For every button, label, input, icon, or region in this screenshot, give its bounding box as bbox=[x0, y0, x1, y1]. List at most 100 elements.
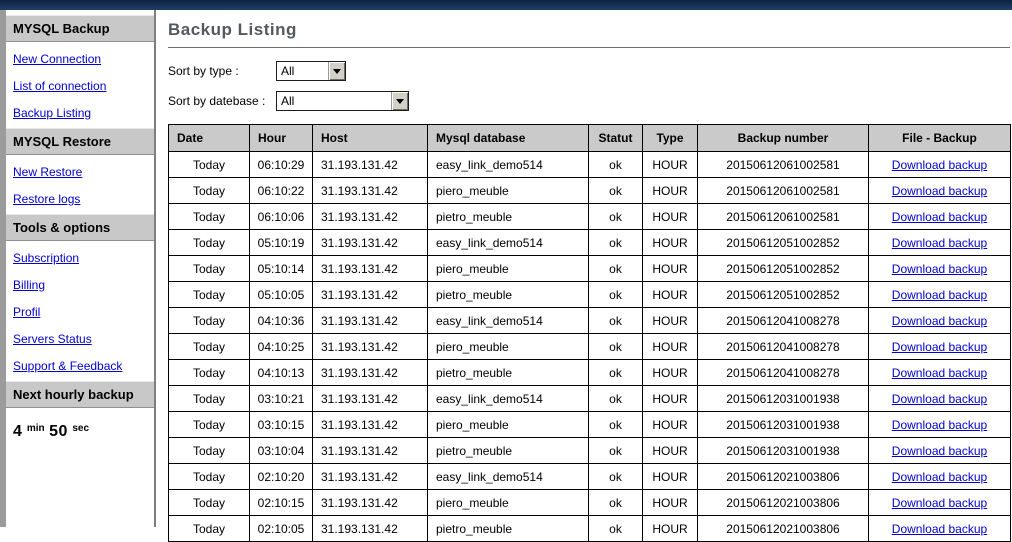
sidebar-link-subscription[interactable]: Subscription bbox=[13, 251, 79, 265]
cell-date: Today bbox=[169, 204, 250, 230]
cell-hour: 06:10:29 bbox=[250, 152, 313, 178]
download-backup-link[interactable]: Download backup bbox=[892, 262, 987, 276]
main-content: Backup Listing Sort by type : All Sort b… bbox=[156, 10, 1012, 527]
download-backup-link[interactable]: Download backup bbox=[892, 522, 987, 536]
cell-hour: 04:10:25 bbox=[250, 334, 313, 360]
cell-statut: ok bbox=[589, 230, 643, 256]
download-backup-link[interactable]: Download backup bbox=[892, 496, 987, 510]
cell-database: easy_link_demo514 bbox=[428, 230, 589, 256]
cell-host: 31.193.131.42 bbox=[313, 308, 428, 334]
column-header-mysql-database: Mysql database bbox=[428, 125, 589, 152]
cell-type: HOUR bbox=[643, 516, 698, 542]
table-row: Today04:10:2531.193.131.42piero_meubleok… bbox=[169, 334, 1011, 360]
sidebar-link-restore-logs[interactable]: Restore logs bbox=[13, 192, 80, 206]
cell-date: Today bbox=[169, 360, 250, 386]
sidebar-link-profil[interactable]: Profil bbox=[13, 305, 40, 319]
chevron-down-icon[interactable] bbox=[391, 92, 408, 110]
cell-file-backup: Download backup bbox=[869, 516, 1011, 542]
cell-database: piero_meuble bbox=[428, 412, 589, 438]
cell-statut: ok bbox=[589, 464, 643, 490]
cell-date: Today bbox=[169, 334, 250, 360]
sort-by-type-select[interactable]: All bbox=[276, 61, 346, 81]
cell-type: HOUR bbox=[643, 282, 698, 308]
countdown-seconds: 50 bbox=[49, 423, 68, 440]
chevron-down-icon[interactable] bbox=[328, 62, 345, 80]
table-row: Today02:10:0531.193.131.42pietro_meubleo… bbox=[169, 516, 1011, 542]
sort-by-database-select[interactable]: All bbox=[276, 91, 409, 111]
download-backup-link[interactable]: Download backup bbox=[892, 210, 987, 224]
cell-file-backup: Download backup bbox=[869, 412, 1011, 438]
cell-date: Today bbox=[169, 178, 250, 204]
sidebar-item-new-connection: New Connection bbox=[6, 45, 154, 72]
cell-backup-number: 20150612061002581 bbox=[698, 204, 869, 230]
column-header-host: Host bbox=[313, 125, 428, 152]
cell-host: 31.193.131.42 bbox=[313, 178, 428, 204]
cell-date: Today bbox=[169, 386, 250, 412]
download-backup-link[interactable]: Download backup bbox=[892, 392, 987, 406]
column-header-date: Date bbox=[169, 125, 250, 152]
cell-statut: ok bbox=[589, 204, 643, 230]
cell-file-backup: Download backup bbox=[869, 438, 1011, 464]
cell-hour: 04:10:36 bbox=[250, 308, 313, 334]
table-row: Today02:10:1531.193.131.42piero_meubleok… bbox=[169, 490, 1011, 516]
cell-file-backup: Download backup bbox=[869, 282, 1011, 308]
download-backup-link[interactable]: Download backup bbox=[892, 236, 987, 250]
cell-hour: 03:10:15 bbox=[250, 412, 313, 438]
table-row: Today04:10:1331.193.131.42pietro_meubleo… bbox=[169, 360, 1011, 386]
cell-statut: ok bbox=[589, 282, 643, 308]
cell-file-backup: Download backup bbox=[869, 386, 1011, 412]
sidebar-link-billing[interactable]: Billing bbox=[13, 278, 45, 292]
cell-backup-number: 20150612021003806 bbox=[698, 516, 869, 542]
cell-host: 31.193.131.42 bbox=[313, 230, 428, 256]
sidebar-link-new-connection[interactable]: New Connection bbox=[13, 52, 101, 66]
sidebar-section-title-next-hourly-backup: Next hourly backup bbox=[6, 381, 154, 408]
sidebar-link-list-of-connection[interactable]: List of connection bbox=[13, 79, 106, 93]
cell-hour: 03:10:21 bbox=[250, 386, 313, 412]
cell-statut: ok bbox=[589, 438, 643, 464]
sort-by-database-row: Sort by datebase : All bbox=[168, 91, 1012, 111]
download-backup-link[interactable]: Download backup bbox=[892, 340, 987, 354]
cell-hour: 06:10:06 bbox=[250, 204, 313, 230]
cell-hour: 04:10:13 bbox=[250, 360, 313, 386]
sidebar-section-title-mysql-backup: MYSQL Backup bbox=[6, 15, 154, 42]
cell-backup-number: 20150612051002852 bbox=[698, 230, 869, 256]
cell-database: pietro_meuble bbox=[428, 204, 589, 230]
cell-host: 31.193.131.42 bbox=[313, 152, 428, 178]
cell-database: piero_meuble bbox=[428, 334, 589, 360]
cell-hour: 03:10:04 bbox=[250, 438, 313, 464]
sidebar-link-backup-listing[interactable]: Backup Listing bbox=[13, 106, 91, 120]
download-backup-link[interactable]: Download backup bbox=[892, 366, 987, 380]
cell-type: HOUR bbox=[643, 152, 698, 178]
cell-date: Today bbox=[169, 256, 250, 282]
cell-file-backup: Download backup bbox=[869, 230, 1011, 256]
sidebar-link-new-restore[interactable]: New Restore bbox=[13, 165, 82, 179]
cell-host: 31.193.131.42 bbox=[313, 438, 428, 464]
table-row: Today03:10:2131.193.131.42easy_link_demo… bbox=[169, 386, 1011, 412]
download-backup-link[interactable]: Download backup bbox=[892, 288, 987, 302]
table-row: Today05:10:1931.193.131.42easy_link_demo… bbox=[169, 230, 1011, 256]
sidebar-item-new-restore: New Restore bbox=[6, 158, 154, 185]
table-row: Today05:10:1431.193.131.42piero_meubleok… bbox=[169, 256, 1011, 282]
sidebar-sections: MYSQL Backup New Connection List of connec… bbox=[6, 15, 154, 379]
cell-file-backup: Download backup bbox=[869, 334, 1011, 360]
download-backup-link[interactable]: Download backup bbox=[892, 418, 987, 432]
sidebar-item-restore-logs: Restore logs bbox=[6, 185, 154, 212]
cell-backup-number: 20150612041008278 bbox=[698, 334, 869, 360]
download-backup-link[interactable]: Download backup bbox=[892, 184, 987, 198]
download-backup-link[interactable]: Download backup bbox=[892, 314, 987, 328]
cell-file-backup: Download backup bbox=[869, 204, 1011, 230]
cell-date: Today bbox=[169, 152, 250, 178]
cell-host: 31.193.131.42 bbox=[313, 464, 428, 490]
sidebar-link-servers-status[interactable]: Servers Status bbox=[13, 332, 92, 346]
cell-date: Today bbox=[169, 282, 250, 308]
column-header-file-backup: File - Backup bbox=[869, 125, 1011, 152]
cell-host: 31.193.131.42 bbox=[313, 256, 428, 282]
cell-type: HOUR bbox=[643, 334, 698, 360]
download-backup-link[interactable]: Download backup bbox=[892, 470, 987, 484]
sort-by-type-label: Sort by type : bbox=[168, 64, 276, 78]
download-backup-link[interactable]: Download backup bbox=[892, 444, 987, 458]
download-backup-link[interactable]: Download backup bbox=[892, 158, 987, 172]
table-row: Today06:10:0631.193.131.42pietro_meubleo… bbox=[169, 204, 1011, 230]
sidebar-link-support-feedback[interactable]: Support & Feedback bbox=[13, 359, 122, 373]
cell-backup-number: 20150612051002852 bbox=[698, 282, 869, 308]
